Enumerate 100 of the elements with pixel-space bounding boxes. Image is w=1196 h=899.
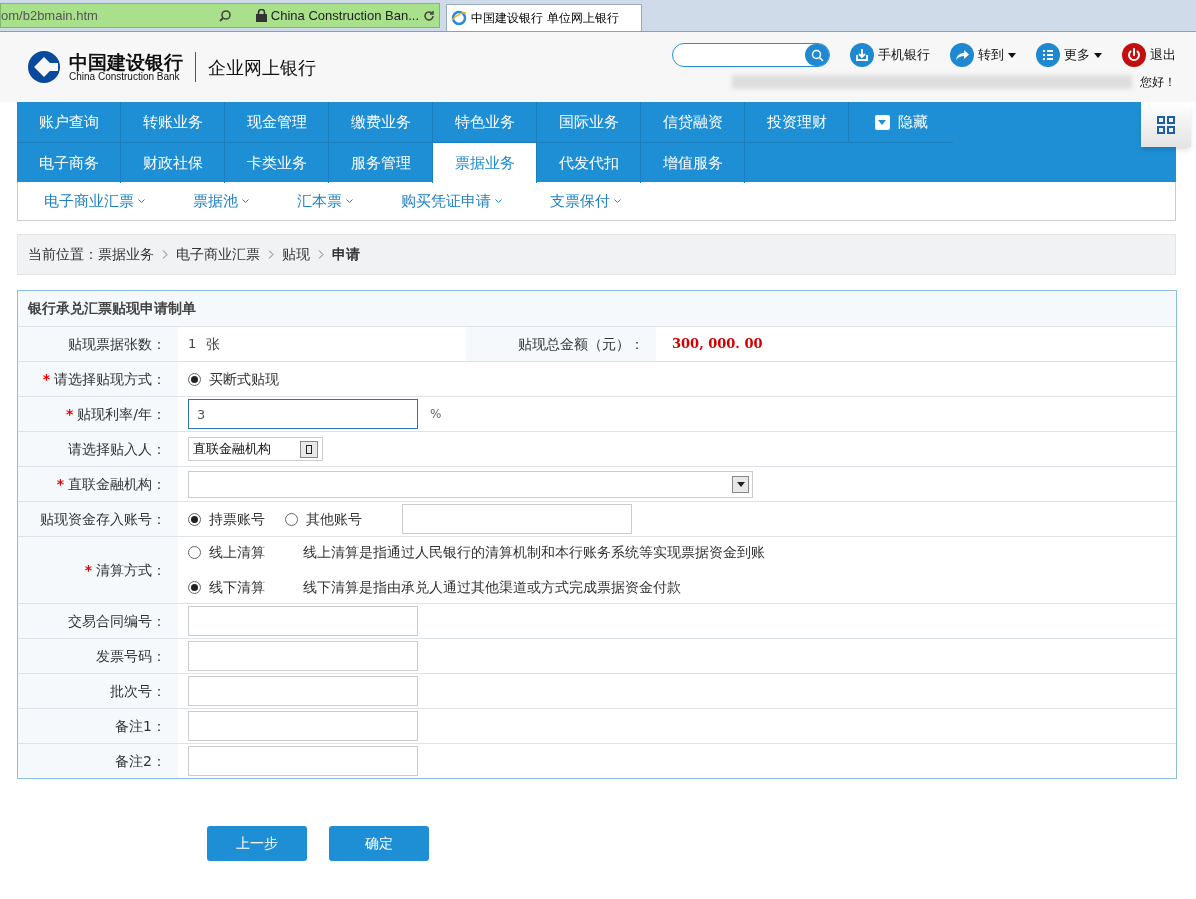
- subnav-menu[interactable]: 票据池: [193, 189, 249, 213]
- chevron-right-icon: [318, 250, 324, 259]
- radio-label: 其他账号: [306, 509, 362, 529]
- nav-tab[interactable]: 现金管理: [225, 102, 329, 142]
- nav-tab[interactable]: 国际业务: [537, 102, 641, 142]
- field-label: 请选择贴现方式：: [54, 369, 166, 389]
- header-action[interactable]: 退出: [1122, 43, 1176, 67]
- nav-tab[interactable]: 卡类业务: [225, 143, 329, 183]
- picker-toggle-icon: [300, 440, 318, 458]
- search-field[interactable]: [672, 43, 830, 67]
- nav-tab[interactable]: 代发代扣: [537, 143, 641, 183]
- bank-logo-icon: [27, 50, 61, 84]
- nav-tab[interactable]: 缴费业务: [329, 102, 433, 142]
- input-field[interactable]: 3: [188, 399, 418, 429]
- radio-button[interactable]: [188, 372, 201, 386]
- breadcrumb-item[interactable]: 电子商业汇票: [176, 244, 260, 265]
- grid-icon: [1157, 115, 1175, 134]
- field-label: 备注1：: [115, 716, 166, 736]
- breadcrumb-prefix: 当前位置：: [28, 245, 98, 264]
- nav-tab[interactable]: 财政社保: [121, 143, 225, 183]
- picker-field[interactable]: 直联金融机构: [188, 437, 323, 461]
- required-asterisk: *: [56, 474, 64, 494]
- browser-tab[interactable]: 中国建设银行 单位网上银行: [446, 4, 642, 31]
- site-identity: China Construction Ban...: [270, 6, 419, 25]
- dropdown-field[interactable]: [188, 470, 753, 498]
- nav-tab[interactable]: 投资理财: [745, 102, 849, 142]
- nav-tab[interactable]: 增值服务: [641, 143, 745, 183]
- chevron-down-icon: [495, 198, 502, 204]
- input-field[interactable]: [188, 711, 418, 741]
- field-label: 批次号：: [110, 681, 166, 701]
- breadcrumb-item: 申请: [332, 245, 360, 264]
- nav-tab[interactable]: 信贷融资: [641, 102, 745, 142]
- bank-name-english: China Construction Bank: [69, 71, 180, 82]
- field-label: 请选择贴入人：: [68, 439, 166, 459]
- refresh-icon[interactable]: [423, 9, 435, 22]
- input-field[interactable]: [188, 641, 418, 671]
- search-icon: [217, 8, 232, 23]
- caret-icon: [732, 475, 749, 493]
- nav-tab[interactable]: 账户查询: [17, 102, 121, 142]
- nav-tab[interactable]: 转账业务: [121, 102, 225, 142]
- subnav-menu[interactable]: 汇本票: [297, 189, 353, 213]
- subnav-menu[interactable]: 电子商业汇票: [44, 189, 145, 213]
- chevron-down-icon: [138, 198, 145, 204]
- radio-button[interactable]: [285, 512, 298, 526]
- radio-label: 买断式贴现: [209, 369, 279, 389]
- header-action[interactable]: 手机银行: [850, 43, 930, 67]
- field-label: 贴现票据张数：: [68, 334, 166, 354]
- radio-label: 线上清算: [209, 543, 266, 562]
- option-description: 线下清算是指由承兑人通过其他渠道或方式完成票据资金付款: [303, 578, 681, 597]
- input-field[interactable]: [188, 746, 418, 776]
- chevron-right-icon: [268, 250, 274, 259]
- download-icon: [850, 43, 874, 67]
- nav-tab[interactable]: 电子商务: [17, 143, 121, 183]
- count-value: 1: [188, 335, 197, 354]
- chevron-down-icon: [614, 198, 621, 204]
- url-text: om/b2bmain.htm: [1, 6, 98, 25]
- field-label: 贴现资金存入账号：: [40, 509, 166, 529]
- lock-icon: [255, 9, 267, 22]
- field-label: 清算方式：: [96, 560, 166, 580]
- required-asterisk: *: [65, 404, 74, 424]
- subnav-menu[interactable]: 支票保付: [550, 189, 621, 213]
- field-label: 贴现利率/年：: [77, 404, 166, 424]
- field-label: 发票号码：: [96, 646, 166, 666]
- browser-logo-icon: [451, 10, 467, 26]
- address-bar[interactable]: om/b2bmain.htm China Construction Ban...: [0, 3, 440, 28]
- subnav-menu[interactable]: 购买凭证申请: [401, 189, 502, 213]
- unit-text: 张: [206, 334, 221, 354]
- header-action[interactable]: 转到: [950, 43, 1016, 67]
- greeting-text: 您好！: [1140, 74, 1176, 91]
- chevron-right-icon: [162, 250, 168, 259]
- field-label: 备注2：: [115, 751, 166, 771]
- field-label: 直联金融机构：: [68, 474, 166, 494]
- power-icon: [1122, 43, 1146, 67]
- nav-tab[interactable]: 票据业务: [433, 143, 537, 183]
- collapse-icon: [874, 114, 890, 130]
- search-button[interactable]: [805, 44, 829, 66]
- radio-button[interactable]: [188, 546, 201, 559]
- amount-value: 300, 000. 00: [671, 335, 764, 354]
- header-action[interactable]: 更多: [1036, 43, 1102, 67]
- search-icon: [810, 48, 824, 62]
- percent-sign: %: [430, 406, 442, 423]
- bank-name: 中国建设银行: [69, 52, 183, 72]
- grid-menu-button[interactable]: [1141, 102, 1191, 147]
- radio-button[interactable]: [188, 581, 201, 594]
- breadcrumb-item[interactable]: 票据业务: [98, 244, 154, 265]
- product-title: 企业网上银行: [208, 55, 316, 80]
- input-field[interactable]: [188, 676, 418, 706]
- required-asterisk: *: [84, 560, 92, 580]
- input-field[interactable]: [188, 606, 418, 636]
- field-label: 交易合同编号：: [68, 611, 166, 631]
- form-title: 银行承兑汇票贴现申请制单: [28, 299, 196, 318]
- nav-tab[interactable]: 特色业务: [433, 102, 537, 142]
- chevron-down-icon: [346, 198, 353, 204]
- list-icon: [1036, 43, 1060, 67]
- breadcrumb-item[interactable]: 贴现: [282, 244, 310, 265]
- radio-button[interactable]: [188, 512, 201, 526]
- hide-menu-button[interactable]: 隐藏: [849, 102, 953, 142]
- input-field[interactable]: [402, 504, 632, 534]
- action-button[interactable]: 上一步: [207, 826, 307, 861]
- action-button[interactable]: 确定: [329, 826, 429, 861]
